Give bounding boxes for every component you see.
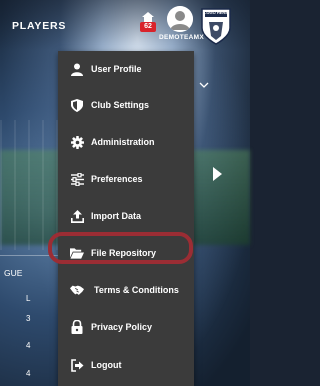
user-name[interactable]: DEMOTEAMX: [159, 34, 204, 41]
menu-item-club-settings[interactable]: Club Settings: [58, 87, 194, 123]
folder-open-icon: [70, 246, 84, 260]
gear-icon: [70, 135, 84, 149]
stand-blur: [0, 120, 60, 250]
table-cell: 4: [26, 341, 31, 350]
menu-item-label: Logout: [91, 360, 122, 370]
menu-item-label: Terms & Conditions: [94, 285, 179, 295]
notification-icon: [142, 12, 154, 22]
chevron-down-icon[interactable]: [199, 82, 209, 88]
menu-item-label: User Profile: [91, 64, 142, 74]
table-cell: 3: [26, 314, 31, 323]
user-dropdown-menu: User Profile Club Settings Administratio…: [58, 51, 194, 386]
menu-item-label: Club Settings: [91, 100, 149, 110]
menu-item-privacy-policy[interactable]: Privacy Policy: [58, 309, 194, 345]
avatar[interactable]: [167, 6, 193, 32]
notification-badge: 62: [140, 22, 156, 32]
menu-item-administration[interactable]: Administration: [58, 124, 194, 160]
lock-icon: [70, 320, 84, 334]
upload-icon: [70, 209, 84, 223]
menu-item-label: Preferences: [91, 174, 143, 184]
user-avatar-icon: [167, 6, 193, 32]
notifications-button[interactable]: 62: [140, 12, 156, 34]
handshake-icon: [70, 283, 84, 297]
sliders-icon: [70, 172, 84, 186]
chevron-right-icon[interactable]: [211, 166, 223, 182]
menu-item-import-data[interactable]: Import Data: [58, 198, 194, 234]
menu-item-label: Administration: [91, 137, 155, 147]
menu-item-user-profile[interactable]: User Profile: [58, 51, 194, 87]
menu-item-label: Privacy Policy: [91, 322, 153, 332]
menu-item-logout[interactable]: Logout: [58, 347, 194, 383]
menu-item-file-repository[interactable]: File Repository: [58, 235, 194, 271]
page-title: PLAYERS: [12, 20, 67, 32]
divider: [0, 255, 58, 256]
menu-item-terms-conditions[interactable]: Terms & Conditions: [58, 272, 194, 308]
table-cell: 4: [26, 369, 31, 378]
menu-item-label: File Repository: [91, 248, 157, 258]
menu-item-label: Import Data: [91, 211, 142, 221]
top-bar: PLAYERS 62 DEMOTEAMX LOGO HERE: [0, 0, 250, 50]
league-label: GUE: [4, 268, 23, 278]
shield-icon: [70, 98, 84, 112]
user-icon: [70, 62, 84, 76]
column-header: L: [26, 294, 31, 303]
menu-item-preferences[interactable]: Preferences: [58, 161, 194, 197]
club-logo-text: LOGO HERE: [203, 10, 228, 15]
logout-icon: [70, 358, 84, 372]
